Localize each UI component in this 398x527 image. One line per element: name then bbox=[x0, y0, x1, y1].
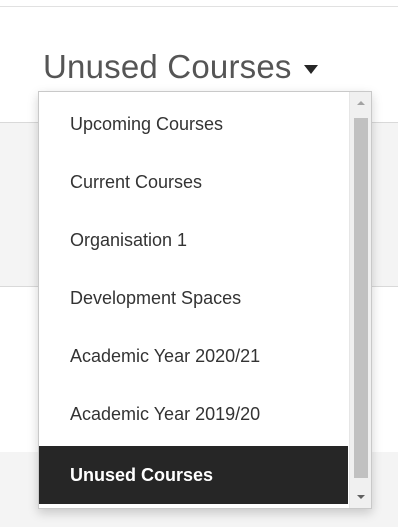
option-development-spaces[interactable]: Development Spaces bbox=[39, 269, 348, 327]
option-label: Upcoming Courses bbox=[70, 113, 224, 134]
course-filter-dropdown: Upcoming Courses Current Courses Organis… bbox=[38, 91, 372, 509]
option-academic-year-2019-20[interactable]: Academic Year 2019/20 bbox=[39, 385, 348, 443]
option-label: Development Spaces bbox=[70, 287, 242, 308]
top-divider bbox=[0, 6, 398, 7]
dropdown-scrollbar[interactable] bbox=[349, 92, 371, 508]
course-filter-select[interactable]: Unused Courses bbox=[43, 40, 318, 92]
option-unused-courses[interactable]: Unused Courses bbox=[39, 446, 348, 504]
caret-down-icon bbox=[303, 64, 318, 74]
scroll-down-button[interactable] bbox=[350, 486, 371, 508]
course-filter-value: Unused Courses bbox=[43, 47, 292, 85]
option-current-courses[interactable]: Current Courses bbox=[39, 153, 348, 211]
option-label: Academic Year 2020/21 bbox=[70, 345, 261, 366]
scrollbar-thumb[interactable] bbox=[354, 118, 368, 478]
option-label: Organisation 1 bbox=[70, 229, 188, 250]
option-label: Unused Courses bbox=[70, 464, 214, 485]
option-label: Current Courses bbox=[70, 171, 203, 192]
scroll-up-button[interactable] bbox=[350, 92, 371, 114]
dropdown-option-list: Upcoming Courses Current Courses Organis… bbox=[39, 92, 348, 508]
option-label: Academic Year 2019/20 bbox=[70, 403, 261, 424]
option-upcoming-courses[interactable]: Upcoming Courses bbox=[39, 95, 348, 153]
option-academic-year-2020-21[interactable]: Academic Year 2020/21 bbox=[39, 327, 348, 385]
scroll-up-icon bbox=[356, 101, 365, 105]
option-organisation-1[interactable]: Organisation 1 bbox=[39, 211, 348, 269]
scroll-down-icon bbox=[356, 495, 365, 499]
